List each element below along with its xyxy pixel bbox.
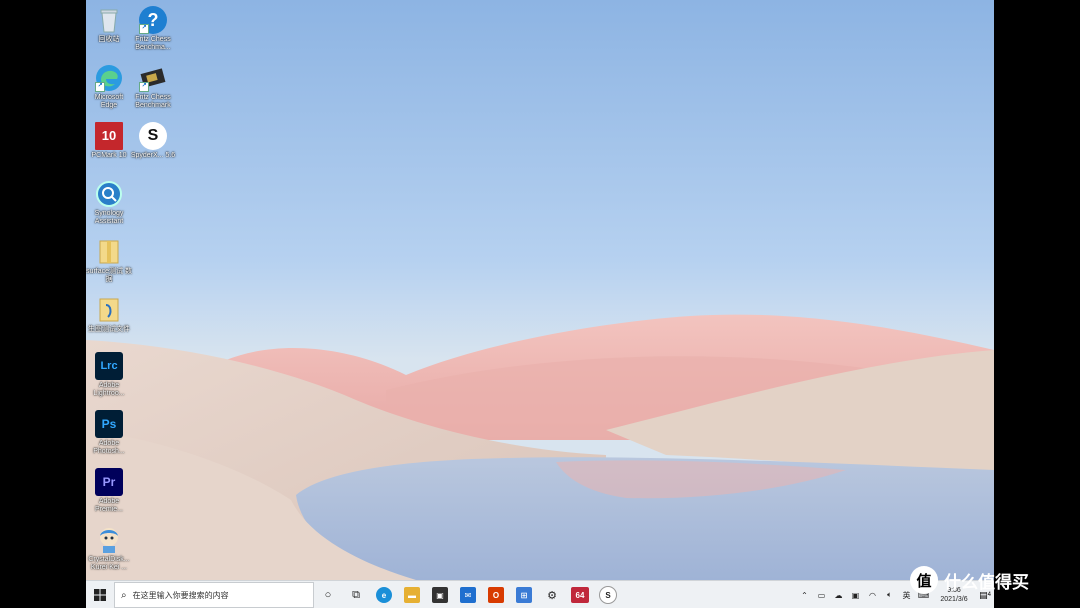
taskbar-mail[interactable]: ✉ (454, 581, 482, 608)
edge-icon: ↗ (95, 64, 123, 92)
desktop-icon-spyderx[interactable]: S SpyderX... 5.6 (130, 122, 176, 160)
desktop-icon-label: Microsoft Edge (94, 94, 124, 109)
desktop-icon-crystaldisk[interactable]: CrystalDisk... Kurei Kei ... (86, 526, 132, 572)
desktop-icon-fritz-chess-benchmark[interactable]: ? ↗ Fritz Chess Benchma... (130, 6, 176, 52)
task-view-button[interactable]: ⧉ (342, 581, 370, 608)
taskbar-settings[interactable]: ⚙ (538, 581, 566, 608)
desktop-icon-fritz-chess-benchmark-2[interactable]: ↗ Fritz Chess Benchmark (130, 64, 176, 110)
desktop-icon-label: CrystalDisk... Kurei Kei ... (88, 556, 130, 571)
windows-logo-icon (94, 589, 106, 601)
show-hidden-icons-button[interactable]: ⌃ (796, 581, 813, 608)
office-icon: O (488, 587, 504, 603)
watermark: 值 什么值得买 (910, 566, 1029, 594)
desktop-icon-pcmark[interactable]: 10 PCMark 10 (86, 122, 132, 160)
desktop-screen: 回收站 ? ↗ Fritz Chess Benchma... ↗ Microsof… (86, 0, 994, 608)
desktop-icon-label: Fritz Chess Benchma... (135, 36, 171, 51)
tray-onedrive[interactable]: ☁ (830, 581, 847, 608)
desktop-icon-label: Adobe Premie... (94, 498, 123, 513)
clock-date: 2021/3/6 (940, 596, 968, 603)
desktop-icon-label: PCMark 10 (91, 152, 127, 159)
search-icon: ⌕ (121, 589, 127, 601)
spyder-icon: S (599, 586, 617, 604)
desktop-icon-label: 回收站 (98, 36, 120, 43)
desktop-icon-label: 生图测试文件 (88, 326, 130, 333)
desktop-icon-test-files[interactable]: 生图测试文件 (86, 296, 132, 334)
store-icon: ▣ (432, 587, 448, 603)
tray-network[interactable]: ◠ (864, 581, 881, 608)
watermark-text: 什么值得买 (944, 572, 1029, 592)
desktop-icon-area: 回收站 ? ↗ Fritz Chess Benchma... ↗ Microsof… (86, 0, 994, 580)
taskbar: ⌕ 在这里输入你要搜索的内容 ○ ⧉ e ▬ ▣ ✉ O ⊞ ⚙ 64 S ⌃ … (86, 580, 994, 608)
folder-icon (95, 238, 123, 266)
folder-icon (95, 296, 123, 324)
aida64-icon: 64 (571, 587, 589, 603)
taskbar-aida64[interactable]: 64 (566, 581, 594, 608)
spyder-icon: S (139, 122, 167, 150)
wifi-icon: ◠ (869, 590, 876, 600)
start-button[interactable] (86, 581, 114, 608)
desktop-icon-label: SpyderX... 5.6 (130, 152, 176, 159)
cortana-button[interactable]: ○ (314, 581, 342, 608)
premiere-icon: Pr (95, 468, 123, 496)
photoshop-icon: Ps (95, 410, 123, 438)
cloud-icon: ☁ (834, 590, 843, 600)
mail-icon: ✉ (460, 587, 476, 603)
cortana-icon: ○ (324, 589, 332, 601)
desktop-icon-lightroom[interactable]: Lrc Adobe Lightroo... (86, 352, 132, 398)
watermark-badge: 值 (910, 566, 938, 594)
recycle-bin-icon (95, 6, 123, 34)
desktop-icon-synology-assistant[interactable]: Synology Assistant (86, 180, 132, 226)
taskbar-network-app[interactable]: ⊞ (510, 581, 538, 608)
help-icon: ? ↗ (139, 6, 167, 34)
settings-icon: ⚙ (547, 589, 557, 602)
desktop-icon-label: Adobe Photosh... (93, 440, 125, 455)
task-view-icon: ⧉ (352, 588, 360, 601)
network-app-icon: ⊞ (516, 587, 532, 603)
search-placeholder: 在这里输入你要搜索的内容 (132, 590, 229, 600)
desktop-icon-label: Fritz Chess Benchmark (135, 94, 171, 109)
taskbar-store[interactable]: ▣ (426, 581, 454, 608)
chevron-up-icon: ⌃ (801, 590, 808, 600)
edge-icon: e (376, 587, 392, 603)
pcmark-icon: 10 (95, 122, 123, 150)
desktop-icon-label: surface测试 数据 (86, 268, 132, 283)
desktop-icon-surface-data[interactable]: surface测试 数据 (86, 238, 132, 284)
lightroom-icon: Lrc (95, 352, 123, 380)
taskbar-search-box[interactable]: ⌕ 在这里输入你要搜索的内容 (114, 582, 314, 608)
crystaldisk-icon (95, 526, 123, 554)
desktop-icon-label: Adobe Lightroo... (93, 382, 125, 397)
taskbar-office[interactable]: O (482, 581, 510, 608)
taskbar-spyder[interactable]: S (594, 581, 622, 608)
tray-volume[interactable]: 🔈︎ (881, 581, 898, 608)
tray-app[interactable]: ▣ (847, 581, 864, 608)
desktop-icon-premiere[interactable]: Pr Adobe Premie... (86, 468, 132, 514)
desktop-icon-photoshop[interactable]: Ps Adobe Photosh... (86, 410, 132, 456)
battery-icon: ▭ (817, 590, 826, 600)
tray-battery[interactable]: ▭ (813, 581, 830, 608)
desktop-icon-label: Synology Assistant (94, 210, 124, 225)
app-tray-icon: ▣ (851, 590, 860, 600)
taskbar-file-explorer[interactable]: ▬ (398, 581, 426, 608)
chip-icon: ↗ (139, 64, 167, 92)
taskbar-edge[interactable]: e (370, 581, 398, 608)
file-explorer-icon: ▬ (404, 587, 420, 603)
desktop-icon-microsoft-edge[interactable]: ↗ Microsoft Edge (86, 64, 132, 110)
desktop-icon-recycle-bin[interactable]: 回收站 (86, 6, 132, 44)
synology-icon (95, 180, 123, 208)
volume-icon: 🔈︎ (887, 590, 892, 599)
